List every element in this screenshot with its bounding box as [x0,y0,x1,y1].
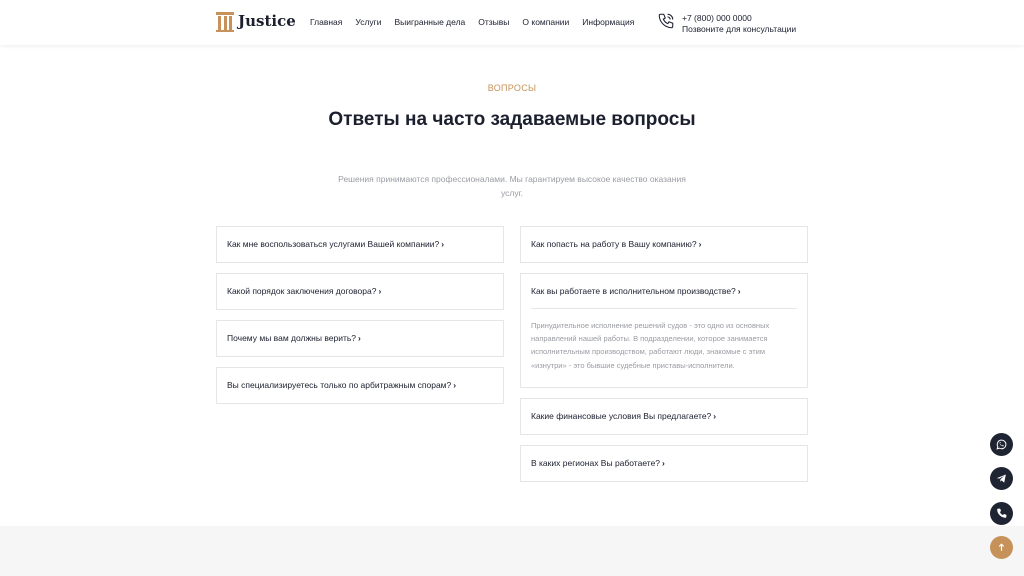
chevron-right-icon: › [713,410,717,421]
nav-item-about[interactable]: О компании [522,17,569,27]
faq-item[interactable]: Какой порядок заключения договора? › [216,273,504,310]
faq-item[interactable]: Как мне воспользоваться услугами Вашей к… [216,226,504,263]
faq-item[interactable]: Вы специализируетесь только по арбитражн… [216,367,504,404]
nav-item-info[interactable]: Информация [582,17,634,27]
arrow-up-icon [998,543,1005,551]
logo[interactable]: Justice [216,10,296,32]
telegram-icon [996,474,1006,483]
faq-question: Как мне воспользоваться услугами Вашей к… [227,239,440,249]
footer-strip [0,526,1024,576]
pillar-logo-icon [216,10,234,32]
nav-item-home[interactable]: Главная [310,17,342,27]
nav-item-reviews[interactable]: Отзывы [478,17,509,27]
nav-item-won-cases[interactable]: Выигранные дела [395,17,466,27]
section-eyebrow: вопросы [487,83,537,93]
chevron-right-icon: › [358,333,361,343]
faq-question: Вы специализируетесь только по арбитражн… [227,380,452,390]
chevron-right-icon: › [698,239,702,249]
whatsapp-icon [996,439,1007,450]
call-icon [997,508,1007,518]
chevron-right-icon: › [453,380,457,390]
phone-icon [658,13,674,29]
chevron-right-icon: › [662,457,665,468]
faq-item[interactable]: В каких регионах Вы работаете? › [520,444,808,482]
faq-question: Какие финансовые условия Вы предлагаете? [531,410,712,421]
faq-answer: Принудительное исполнение решений судов … [531,321,770,370]
scroll-up-button[interactable] [990,536,1013,559]
phone-caption: Позвоните для консультации [682,24,797,34]
chevron-right-icon: › [378,286,382,296]
nav-item-services[interactable]: Услуги [355,17,381,27]
faq-item[interactable]: Какие финансовые условия Вы предлагаете?… [520,397,808,435]
faq-item[interactable]: Как попасть на работу в Вашу компанию? › [520,226,808,263]
faq-left-column: Как мне воспользоваться услугами Вашей к… [216,226,504,414]
main-nav: Главная Услуги Выигранные дела Отзывы О … [310,17,647,27]
phone-block[interactable]: +7 (800) 000 0000 Позвоните для консульт… [682,13,796,35]
faq-question: Какой порядок заключения договора? [227,286,377,296]
call-button[interactable] [990,502,1013,525]
faq-item-expanded[interactable]: Как вы работаете в исполнительном произв… [520,273,808,388]
faq-item[interactable]: Почему мы вам должны верить? › [216,320,504,357]
telegram-button[interactable] [990,467,1013,490]
phone-number[interactable]: +7 (800) 000 0000 [682,13,796,24]
whatsapp-button[interactable] [990,433,1013,456]
faq-question: Почему мы вам должны верить? [227,333,357,343]
section-title: Ответы на часто задаваемые вопросы [328,109,696,130]
section-subtitle: Решения принимаются профессионалами. Мы … [338,174,686,198]
chevron-right-icon: › [441,239,445,249]
logo-text: Justice [238,12,296,30]
faq-question: Как вы работаете в исполнительном произв… [531,286,736,296]
faq-question: В каких регионах Вы работаете? [531,457,661,468]
faq-question: Как попасть на работу в Вашу компанию? [531,239,697,249]
faq-right-column: Как попасть на работу в Вашу компанию? › … [520,226,808,492]
chevron-right-icon: › [737,286,741,296]
site-header: Justice Главная Услуги Выигранные дела О… [0,0,1024,45]
